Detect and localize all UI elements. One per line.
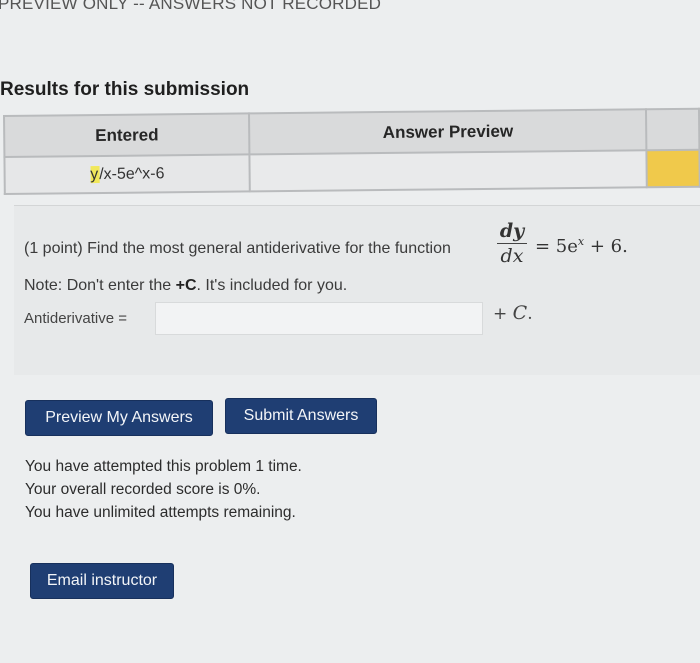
preview-answers-button[interactable]: Preview My Answers <box>25 400 213 436</box>
antiderivative-input[interactable] <box>155 302 483 335</box>
results-header-row: Entered Answer Preview <box>4 108 700 158</box>
recorded-score-text: Your overall recorded score is 0%. <box>25 481 261 498</box>
problem-note: Note: Don't enter the +C. It's included … <box>24 277 347 295</box>
entered-cell: y/x-5e^x-6 <box>4 154 251 194</box>
plus-c-suffix: + C. <box>493 302 533 324</box>
plus-c-period: . <box>527 304 533 324</box>
preview-banner: PREVIEW ONLY -- ANSWERS NOT RECORDED <box>0 0 382 13</box>
derivative-fraction: dy dx <box>497 220 527 267</box>
rhs-base: = 5e <box>535 236 578 257</box>
status-cell <box>646 149 700 188</box>
derivative-denominator: dx <box>500 245 524 267</box>
column-header-answer-preview: Answer Preview <box>249 109 647 155</box>
problem-question: (1 point) Find the most general antideri… <box>24 240 451 257</box>
attempts-count-text: You have attempted this problem 1 time. <box>25 458 302 475</box>
constant-c: C <box>512 302 528 324</box>
answer-preview-cell <box>249 150 647 192</box>
equation-rhs: = 5ex + 6. <box>535 235 628 257</box>
column-header-blank <box>646 108 700 151</box>
results-table: Entered Answer Preview y/x-5e^x-6 <box>3 108 700 195</box>
attempts-info: You have attempted this problem 1 time. … <box>25 455 302 524</box>
results-title: Results for this submission <box>0 79 250 100</box>
attempts-remaining-text: You have unlimited attempts remaining. <box>25 504 296 521</box>
antiderivative-label: Antiderivative = <box>24 310 127 327</box>
entered-highlight: y <box>90 165 100 183</box>
derivative-numerator: dy <box>499 220 525 242</box>
note-text-start: Note: Don't enter the <box>24 277 176 294</box>
email-instructor-button[interactable]: Email instructor <box>30 563 174 599</box>
plus-sign: + <box>493 304 513 324</box>
column-header-entered: Entered <box>4 113 250 158</box>
fraction-bar <box>497 243 527 244</box>
note-text-end: . It's included for you. <box>196 277 348 294</box>
note-bold-term: +C <box>175 277 197 294</box>
rhs-tail: + 6. <box>584 236 628 257</box>
submit-answers-button[interactable]: Submit Answers <box>225 398 377 434</box>
table-row: y/x-5e^x-6 <box>4 149 700 194</box>
entered-value: /x-5e^x-6 <box>99 164 165 183</box>
